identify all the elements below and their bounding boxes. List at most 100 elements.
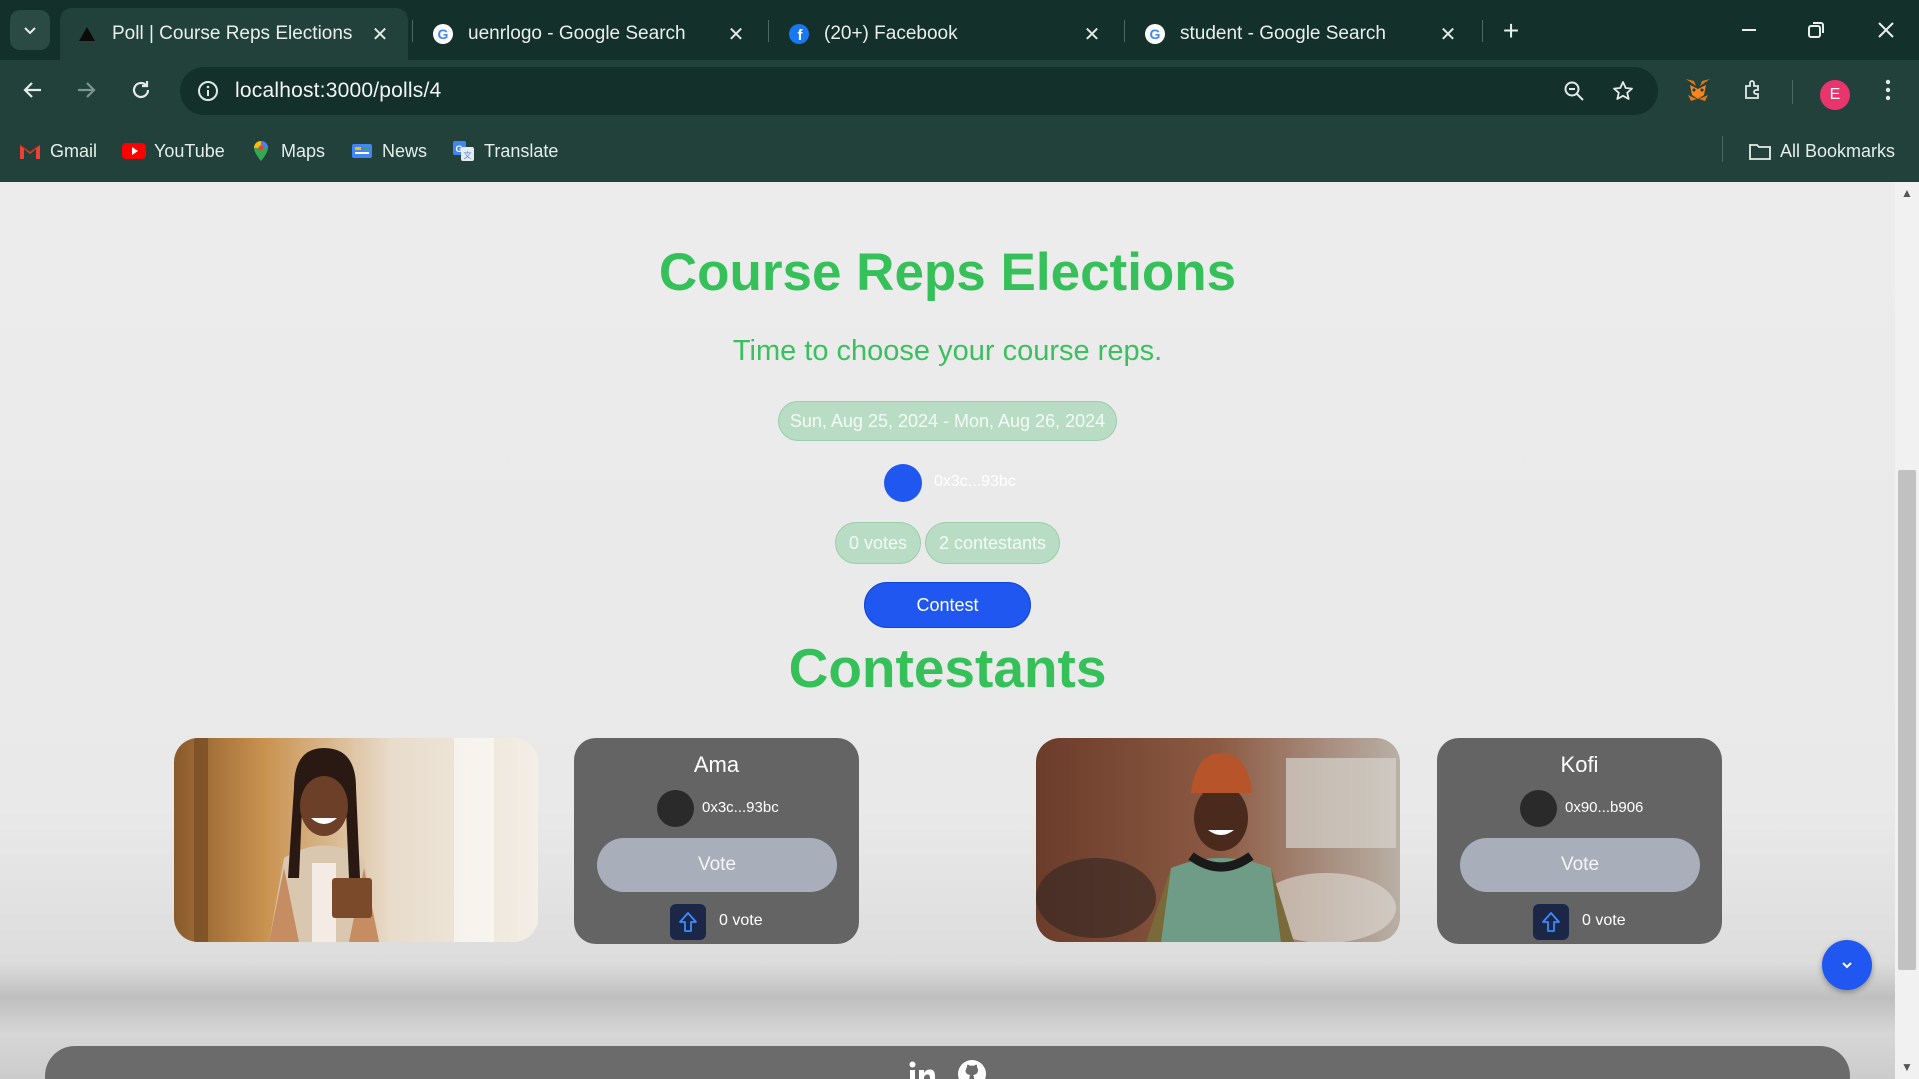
- scroll-down-button[interactable]: [1822, 940, 1872, 990]
- arrow-up-icon: [679, 912, 697, 932]
- contestant-avatar: [1520, 790, 1557, 827]
- close-window-button[interactable]: [1861, 10, 1911, 50]
- contestant-avatar: [657, 790, 694, 827]
- close-tab-icon[interactable]: ✕: [1078, 20, 1106, 48]
- contestant-photo-ama: [174, 738, 538, 942]
- bookmark-label: YouTube: [154, 140, 225, 161]
- google-icon: G: [1144, 23, 1166, 45]
- bookmark-gmail[interactable]: Gmail: [18, 136, 97, 166]
- kebab-menu-icon[interactable]: [1868, 70, 1908, 110]
- vote-button[interactable]: Vote: [1460, 838, 1700, 892]
- bookmark-star-icon[interactable]: [1607, 75, 1639, 107]
- close-tab-icon[interactable]: ✕: [1434, 20, 1462, 48]
- reload-button[interactable]: [121, 70, 161, 110]
- bookmark-label: News: [382, 140, 428, 161]
- gmail-icon: [18, 140, 42, 162]
- tab-facebook[interactable]: f (20+) Facebook ✕: [772, 8, 1120, 60]
- metamask-extension-icon[interactable]: [1678, 70, 1718, 110]
- vote-count: 0 vote: [1582, 912, 1626, 929]
- new-tab-button[interactable]: +: [1494, 14, 1528, 48]
- tab-divider: [768, 20, 769, 42]
- puzzle-extensions-icon[interactable]: [1734, 70, 1774, 110]
- tab-divider: [1124, 20, 1125, 42]
- address-bar[interactable]: localhost:3000/polls/4: [180, 67, 1658, 115]
- tab-strip: Poll | Course Reps Elections ✕ G uenrlog…: [0, 0, 1919, 60]
- folder-icon: [1748, 140, 1772, 162]
- tab-title: (20+) Facebook: [824, 23, 958, 44]
- maps-icon: [249, 140, 273, 162]
- bookmark-label: All Bookmarks: [1780, 140, 1896, 161]
- page-viewport: Course Reps Elections Time to choose you…: [0, 182, 1919, 1079]
- browser-toolbar: localhost:3000/polls/4: [0, 60, 1919, 120]
- youtube-icon: [122, 140, 146, 162]
- scroll-up-arrow-icon[interactable]: ▲: [1900, 186, 1914, 200]
- arrow-right-icon: [78, 82, 96, 98]
- tab-divider: [1482, 20, 1483, 42]
- vote-button[interactable]: Vote: [597, 838, 837, 892]
- contestants-heading: Contestants: [788, 637, 1107, 699]
- svg-text:G: G: [1150, 26, 1161, 42]
- svg-text:G: G: [455, 144, 462, 154]
- close-icon: [1878, 22, 1894, 38]
- profile-avatar[interactable]: E: [1820, 80, 1850, 110]
- reload-icon: [132, 81, 150, 99]
- github-icon[interactable]: [954, 1056, 990, 1079]
- bookmark-label: Maps: [281, 140, 326, 161]
- contestant-photo-kofi: [1036, 738, 1400, 942]
- tab-divider: [412, 20, 413, 42]
- bookmarks-bar: Gmail YouTube Maps News G文 Translate All…: [0, 120, 1919, 182]
- chevron-down-icon: [24, 27, 36, 35]
- contestant-address: 0x90...b906: [1565, 799, 1644, 816]
- toolbar-divider: [1792, 80, 1793, 104]
- close-tab-icon[interactable]: ✕: [722, 20, 750, 48]
- upvote-button[interactable]: [670, 904, 706, 940]
- contestant-card-ama: Ama 0x3c...93bc Vote 0 vote: [574, 738, 859, 944]
- arrow-up-icon: [1542, 912, 1560, 932]
- scrollbar-thumb[interactable]: [1898, 470, 1916, 970]
- tab-title: student - Google Search: [1180, 23, 1386, 44]
- bookmark-label: Gmail: [50, 140, 98, 161]
- bookmark-maps[interactable]: Maps: [249, 136, 325, 166]
- tab-uenrlogo[interactable]: G uenrlogo - Google Search ✕: [416, 8, 764, 60]
- bookmark-youtube[interactable]: YouTube: [122, 136, 225, 166]
- tab-student[interactable]: G student - Google Search ✕: [1128, 8, 1476, 60]
- zoom-icon[interactable]: [1558, 75, 1590, 107]
- contestants-badge: 2 contestants: [925, 522, 1060, 564]
- bookmark-news[interactable]: News: [350, 136, 427, 166]
- forward-button[interactable]: [66, 70, 106, 110]
- linkedin-icon[interactable]: [904, 1056, 940, 1079]
- restore-button[interactable]: [1791, 10, 1841, 50]
- plus-icon: +: [1502, 15, 1520, 46]
- contestant-name: Kofi: [1560, 752, 1599, 777]
- owner-avatar: [884, 464, 922, 502]
- upvote-button[interactable]: [1533, 904, 1569, 940]
- minimize-icon: [1742, 29, 1756, 31]
- news-icon: [350, 140, 374, 162]
- poll-title: Course Reps Elections: [658, 243, 1237, 302]
- contestant-card-kofi: Kofi 0x90...b906 Vote 0 vote: [1437, 738, 1722, 944]
- url-text[interactable]: localhost:3000/polls/4: [235, 79, 441, 103]
- minimize-button[interactable]: [1724, 10, 1774, 50]
- close-tab-icon[interactable]: ✕: [366, 20, 394, 48]
- tab-title: uenrlogo - Google Search: [468, 23, 686, 44]
- contest-button[interactable]: Contest: [864, 582, 1031, 628]
- contestant-name: Ama: [693, 752, 740, 777]
- tab-poll[interactable]: Poll | Course Reps Elections ✕: [60, 8, 408, 60]
- votes-badge: 0 votes: [835, 522, 921, 564]
- facebook-icon: f: [788, 23, 810, 45]
- footer-bar: [45, 1046, 1850, 1079]
- svg-text:G: G: [438, 26, 449, 42]
- site-info-icon[interactable]: [192, 75, 224, 107]
- poll-date-range: Sun, Aug 25, 2024 - Mon, Aug 26, 2024: [778, 401, 1117, 441]
- tab-title: Poll | Course Reps Elections: [112, 23, 353, 44]
- tab-search-button[interactable]: [10, 10, 50, 50]
- bookmark-translate[interactable]: G文 Translate: [452, 136, 558, 166]
- all-bookmarks-button[interactable]: All Bookmarks: [1748, 136, 1895, 166]
- translate-icon: G文: [452, 140, 476, 162]
- back-button[interactable]: [13, 70, 53, 110]
- scroll-down-arrow-icon[interactable]: ▼: [1900, 1060, 1914, 1074]
- triangle-logo-icon: [76, 23, 98, 45]
- restore-icon: [1808, 22, 1824, 38]
- owner-address: 0x3c...93bc: [934, 473, 1016, 490]
- svg-text:文: 文: [464, 150, 472, 160]
